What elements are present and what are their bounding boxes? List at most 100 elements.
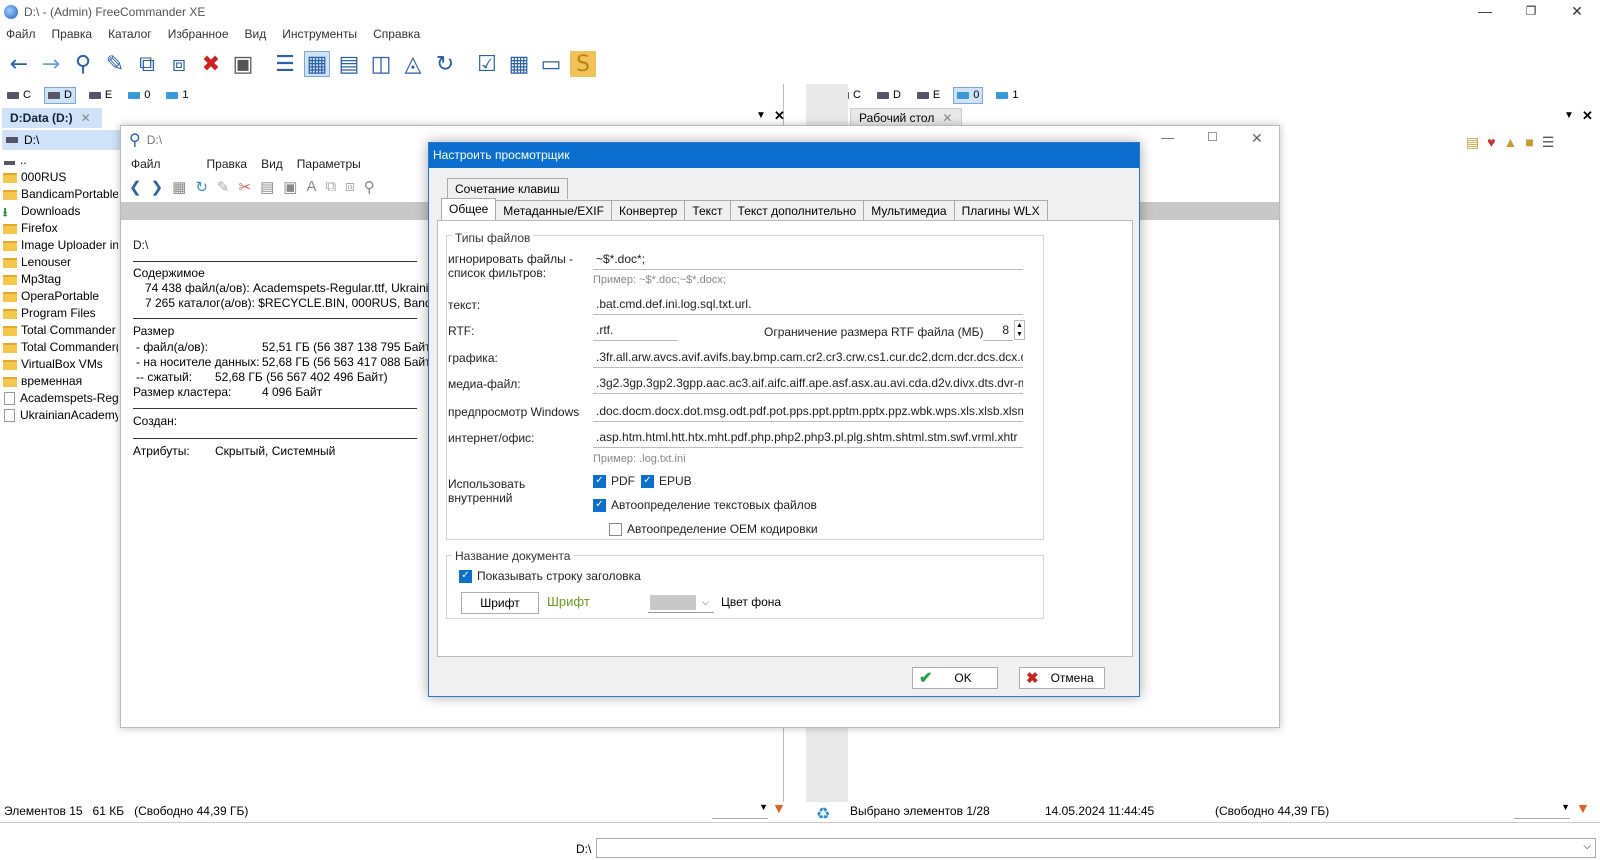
list-item[interactable]: UkrainianAcademy- [0, 407, 118, 424]
list-item[interactable]: 000RUS [0, 169, 118, 186]
properties-icon[interactable]: ▤ [260, 178, 274, 196]
close-tab-icon[interactable]: ✕ [942, 111, 952, 125]
next-icon[interactable]: ❯ [151, 178, 164, 196]
rtf-limit-input[interactable]: 8 [983, 320, 1013, 341]
monitor-icon[interactable]: ▭ [538, 51, 564, 77]
tab-shortcuts[interactable]: Сочетание клавиш [447, 178, 568, 199]
menu-view[interactable]: Вид [245, 27, 267, 41]
list-item[interactable]: временная [0, 373, 118, 390]
binoculars-icon[interactable]: ▣ [230, 51, 256, 77]
tab-text[interactable]: Текст [684, 200, 731, 220]
filter-dropdown[interactable]: ▼ [712, 802, 768, 819]
close-panel-icon[interactable]: ✕ [774, 108, 785, 124]
drive-1-button[interactable]: 1 [163, 87, 191, 104]
minimize-icon[interactable]: — [1462, 0, 1508, 24]
menu-view[interactable]: Вид [261, 157, 283, 171]
thumbnails-icon[interactable]: ▦ [506, 51, 532, 77]
close-icon[interactable]: ✕ [1251, 130, 1263, 147]
details-view-icon[interactable]: ▦ [304, 51, 330, 77]
folder-s-icon[interactable]: S [570, 51, 596, 77]
refresh-icon[interactable]: ↻ [195, 178, 208, 196]
close-tab-icon[interactable]: ✕ [81, 111, 91, 125]
checklist-icon[interactable]: ☑ [474, 51, 500, 77]
drive-e-button[interactable]: E [914, 87, 943, 104]
list-item[interactable]: VirtualBox VMs [0, 356, 118, 373]
filter-dropdown[interactable]: ▼ [1514, 802, 1570, 819]
ignore-filter-input[interactable]: ~$*.doc*; [593, 249, 1023, 270]
copy-icon[interactable]: ⧉ [134, 51, 160, 77]
list-item[interactable]: ⭳ Downloads [0, 203, 118, 220]
tab-wlx-plugins[interactable]: Плагины WLX [953, 200, 1048, 220]
epub-checkbox[interactable]: ✓ EPUB [641, 474, 692, 488]
menu-help[interactable]: Справка [373, 27, 420, 41]
font-icon[interactable]: A [306, 178, 316, 196]
chevron-down-icon[interactable]: ⌵ [1583, 841, 1591, 852]
list-item[interactable]: .. [0, 152, 118, 169]
autodetect-oem-checkbox[interactable]: Автоопределение OEM кодировки [609, 522, 818, 536]
list-view-icon[interactable]: ▤ [336, 51, 362, 77]
tree-view-icon[interactable]: ☰ [272, 51, 298, 77]
parent-folder-icon[interactable]: ▲ [1504, 134, 1518, 151]
edit-pencil-icon[interactable]: ✎ [217, 178, 230, 196]
list-item[interactable]: Mp3tag [0, 271, 118, 288]
menu-edit[interactable]: Правка [52, 27, 93, 41]
menu-settings[interactable]: Параметры [297, 157, 361, 171]
view-options-icon[interactable]: ☰ [1542, 134, 1555, 151]
left-path-bar[interactable]: D:\ [2, 130, 120, 150]
chevron-down-icon[interactable]: ▼ [1564, 110, 1574, 121]
restore-icon[interactable]: ❐ [1508, 0, 1554, 24]
graphics-extensions-input[interactable]: .3fr.all.arw.avcs.avif.avifs.bay.bmp.cam… [593, 347, 1023, 368]
menu-file[interactable]: Файл [6, 27, 36, 41]
list-item[interactable]: Total Commander [0, 322, 118, 339]
search-icon[interactable]: ⚲ [70, 51, 96, 77]
autodetect-text-checkbox[interactable]: ✓ Автоопределение текстовых файлов [593, 498, 817, 512]
filter-icon[interactable]: ▼ [772, 800, 786, 816]
text-extensions-input[interactable]: .bat.cmd.def.ini.log.sql.txt.url. [593, 294, 1023, 315]
sync-icon[interactable]: ↻ [432, 51, 458, 77]
binoculars-icon[interactable]: ▣ [283, 178, 297, 196]
folder-icon[interactable]: ■ [1525, 134, 1533, 151]
menu-tools[interactable]: Инструменты [282, 27, 357, 41]
rtf-limit-spinner[interactable]: ▲ ▼ [1014, 320, 1025, 340]
paste-icon[interactable]: ⧈ [345, 178, 355, 196]
drive-1-button[interactable]: 1 [993, 87, 1021, 104]
filter-icon[interactable]: ▼ [1576, 800, 1590, 816]
tab-general[interactable]: Общее [441, 198, 497, 220]
tab-multimedia[interactable]: Мультимедиа [863, 200, 955, 220]
list-item[interactable]: OperaPortable [0, 288, 118, 305]
list-item[interactable]: Total Commander( [0, 339, 118, 356]
cancel-button[interactable]: ✖ Отмена [1019, 667, 1105, 689]
drive-d-button[interactable]: D [43, 86, 76, 104]
preview-extensions-input[interactable]: .doc.docm.docx.dot.msg.odt.pdf.pot.pps.p… [593, 401, 1023, 422]
list-item[interactable]: Firefox [0, 220, 118, 237]
drive-0-button[interactable]: 0 [125, 87, 153, 104]
menu-file[interactable]: Файл [131, 157, 161, 171]
panels-icon[interactable]: ◬ [400, 51, 426, 77]
internet-extensions-input[interactable]: .asp.htm.html.htt.htx.mht.pdf.php.php2.p… [593, 427, 1023, 448]
edit-pencil-icon[interactable]: ✎ [102, 51, 128, 77]
delete-icon[interactable]: ✖ [198, 51, 224, 77]
media-extensions-input[interactable]: .3g2.3gp.3gp2.3gpp.aac.ac3.aif.aifc.aiff… [593, 373, 1023, 394]
copy-icon[interactable]: ⧉ [325, 178, 336, 196]
menu-edit[interactable]: Правка [207, 157, 248, 171]
zoom-icon[interactable]: ⚲ [364, 178, 375, 196]
columns-view-icon[interactable]: ◫ [368, 51, 394, 77]
list-item[interactable]: BandicamPortable [0, 186, 118, 203]
list-item[interactable]: Image Uploader inj [0, 237, 118, 254]
maximize-icon[interactable]: ☐ [1207, 130, 1218, 144]
bg-color-dropdown[interactable]: ⌵ [648, 593, 714, 613]
list-item[interactable]: Lenouser [0, 254, 118, 271]
tab-converter[interactable]: Конвертер [610, 200, 686, 220]
tab-metadata[interactable]: Метаданные/EXIF [495, 200, 612, 220]
minimize-icon[interactable]: — [1161, 130, 1174, 145]
close-panel-icon[interactable]: ✕ [1582, 108, 1593, 124]
rtf-extensions-input[interactable]: .rtf. [593, 320, 678, 341]
menu-catalog[interactable]: Каталог [108, 27, 152, 41]
refresh-folder-icon[interactable]: ▤ [1466, 134, 1479, 151]
font-button[interactable]: Шрифт [461, 592, 539, 614]
prev-icon[interactable]: ❮ [129, 178, 142, 196]
drive-e-button[interactable]: E [86, 87, 115, 104]
ok-button[interactable]: ✔ OK [912, 667, 998, 689]
command-line-input[interactable]: ⌵ [596, 838, 1596, 858]
favorite-folder-icon[interactable]: ♥ [1487, 134, 1495, 151]
